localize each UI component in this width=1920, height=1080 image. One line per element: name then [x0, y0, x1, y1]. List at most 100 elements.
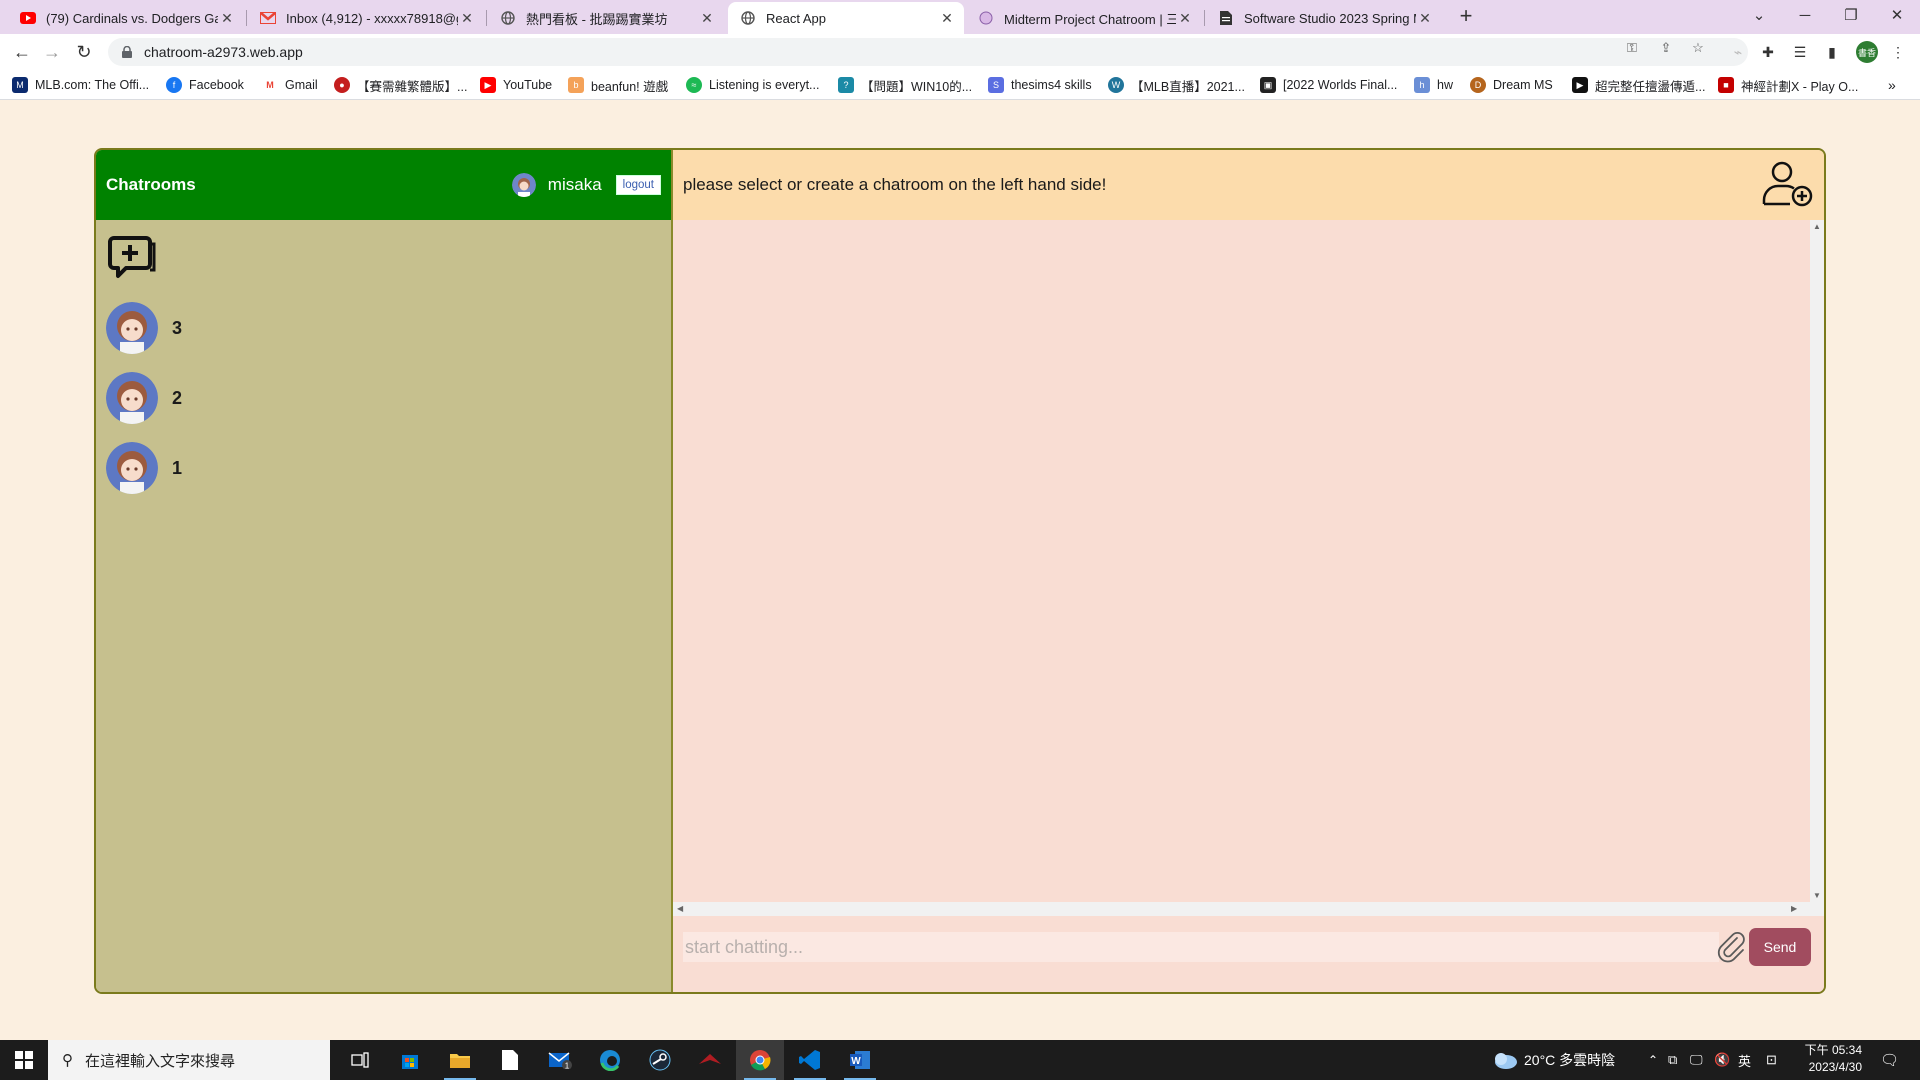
- close-tab-icon[interactable]: ✕: [1176, 10, 1194, 27]
- extension-icon[interactable]: ⌁: [1728, 42, 1748, 62]
- weather-text: 20°C 多雲時陰: [1524, 1052, 1616, 1068]
- game-icon: D: [1470, 77, 1486, 93]
- browser-tab-strip: (79) Cardinals vs. Dodgers Gam ✕ Inbox (…: [0, 0, 1920, 34]
- create-chatroom-icon[interactable]: [106, 230, 158, 282]
- bookmark-item[interactable]: b beanfun! 遊戲: [568, 76, 668, 94]
- vertical-scrollbar[interactable]: ▲ ▼: [1810, 220, 1824, 902]
- bookmark-item[interactable]: ? 【問題】WIN10的...: [838, 76, 972, 94]
- add-user-icon[interactable]: [1762, 160, 1814, 210]
- key-icon[interactable]: ⚿: [1622, 40, 1642, 56]
- bookmark-item[interactable]: f Facebook: [166, 76, 244, 94]
- user-avatar: [511, 173, 536, 197]
- close-tab-icon[interactable]: ✕: [458, 10, 476, 27]
- windows-taskbar: ⚲ 在這裡輸入文字來搜尋 1 W 20°C 多雲時陰 ⌃ ⧉ 🖵 🔇 英 ⊡ 下…: [0, 1040, 1920, 1080]
- bookmark-item[interactable]: ▶ 超完整任擅盪傳遁...: [1572, 76, 1705, 94]
- bookmark-item[interactable]: ● 【賽需雜繁體版】...: [334, 76, 467, 94]
- back-arrow-icon[interactable]: ←: [10, 40, 34, 64]
- notepad-icon[interactable]: [486, 1040, 534, 1080]
- bookmark-item[interactable]: ▶ YouTube: [480, 76, 552, 94]
- edge-icon[interactable]: [586, 1040, 634, 1080]
- message-area[interactable]: [673, 220, 1824, 920]
- minimize-button[interactable]: ─: [1782, 0, 1828, 30]
- taskbar-search-box[interactable]: ⚲ 在這裡輸入文字來搜尋: [48, 1040, 330, 1080]
- volume-icon[interactable]: 🔇: [1714, 1040, 1730, 1080]
- task-view-icon[interactable]: [336, 1040, 384, 1080]
- hackmd-icon: [978, 10, 994, 26]
- bookmark-item[interactable]: W 【MLB直播】2021...: [1108, 76, 1245, 94]
- side-panel-icon[interactable]: ▮: [1822, 42, 1842, 62]
- bookmark-item[interactable]: D Dream MS: [1470, 76, 1553, 94]
- reload-icon[interactable]: ↻: [72, 40, 96, 64]
- notification-icon[interactable]: 🗨: [1880, 1040, 1899, 1080]
- tray-app-icon[interactable]: ⧉: [1668, 1040, 1677, 1080]
- scroll-left-icon[interactable]: ◀: [677, 904, 683, 913]
- weather-widget[interactable]: 20°C 多雲時陰: [1492, 1040, 1615, 1080]
- browser-tab[interactable]: Inbox (4,912) - xxxxx78918@gm ✕: [248, 2, 484, 34]
- taskbar-clock[interactable]: 下午 05:34 2023/4/30: [1782, 1042, 1862, 1076]
- chatroom-item[interactable]: 1: [106, 442, 182, 494]
- chat-message-input[interactable]: [683, 932, 1719, 962]
- chatroom-item[interactable]: 3: [106, 302, 182, 354]
- bookmark-item[interactable]: h hw: [1414, 76, 1453, 94]
- tray-overflow-icon[interactable]: ⌃: [1648, 1040, 1658, 1080]
- media-control-icon[interactable]: ☰: [1790, 42, 1810, 62]
- tab-search-icon[interactable]: ⌄: [1736, 0, 1782, 30]
- paperclip-icon[interactable]: [1715, 930, 1749, 964]
- browser-tab[interactable]: Software Studio 2023 Spring M ✕: [1206, 2, 1442, 34]
- close-tab-icon[interactable]: ✕: [938, 10, 956, 27]
- bookmark-label: beanfun! 遊戲: [591, 79, 669, 94]
- bookmark-item[interactable]: M MLB.com: The Offi...: [12, 76, 149, 94]
- close-tab-icon[interactable]: ✕: [218, 10, 236, 27]
- bookmark-label: Facebook: [189, 78, 244, 92]
- horizontal-scrollbar[interactable]: ◀ ▶: [673, 902, 1824, 916]
- ime-indicator[interactable]: 英: [1738, 1040, 1751, 1080]
- chatroom-avatar: [106, 372, 158, 424]
- bookmark-item[interactable]: Sthesims4 skills: [988, 76, 1092, 94]
- tab-label: Software Studio 2023 Spring M: [1244, 10, 1416, 26]
- scroll-up-icon[interactable]: ▲: [1813, 222, 1821, 231]
- close-tab-icon[interactable]: ✕: [1416, 10, 1434, 27]
- close-tab-icon[interactable]: ✕: [698, 10, 716, 27]
- browser-tab[interactable]: Midterm Project Chatroom | 三 ✕: [966, 2, 1202, 34]
- game-launcher-icon[interactable]: [686, 1040, 734, 1080]
- bookmark-item[interactable]: ■ 神經計劃X - Play O...: [1718, 76, 1858, 94]
- mail-icon[interactable]: 1: [536, 1040, 584, 1080]
- browser-tab[interactable]: (79) Cardinals vs. Dodgers Gam ✕: [8, 2, 244, 34]
- taskbar-search-placeholder: 在這裡輸入文字來搜尋: [85, 1052, 236, 1070]
- vscode-icon[interactable]: [786, 1040, 834, 1080]
- address-bar[interactable]: chatroom-a2973.web.app: [108, 38, 1748, 66]
- word-icon[interactable]: W: [836, 1040, 884, 1080]
- close-window-button[interactable]: ✕: [1874, 0, 1920, 30]
- bookmark-label: Listening is everyt...: [709, 78, 820, 92]
- extensions-puzzle-icon[interactable]: ✚: [1758, 42, 1778, 62]
- forward-arrow-icon[interactable]: →: [40, 40, 64, 64]
- steam-icon[interactable]: [636, 1040, 684, 1080]
- scroll-right-icon[interactable]: ▶: [1791, 904, 1797, 913]
- new-tab-button[interactable]: +: [1454, 5, 1478, 29]
- restore-button[interactable]: ❐: [1828, 0, 1874, 30]
- windows-start-icon[interactable]: [0, 1040, 48, 1080]
- chatroom-item[interactable]: 2: [106, 372, 182, 424]
- profile-avatar[interactable]: 書香: [1856, 41, 1878, 63]
- logout-button[interactable]: logout: [615, 175, 661, 195]
- lock-icon: [122, 46, 132, 58]
- chrome-icon[interactable]: [736, 1040, 784, 1080]
- bookmark-item[interactable]: ≈ Listening is everyt...: [686, 76, 819, 94]
- share-icon[interactable]: ⇪: [1656, 40, 1676, 56]
- ms-store-icon[interactable]: [386, 1040, 434, 1080]
- network-icon[interactable]: 🖵: [1690, 1040, 1703, 1080]
- browser-tab[interactable]: 熱門看板 - 批踢踢實業坊 ✕: [488, 2, 724, 34]
- more-bookmarks-icon[interactable]: »: [1888, 76, 1896, 94]
- bookmark-item[interactable]: M Gmail: [262, 76, 318, 94]
- send-button[interactable]: Send: [1749, 928, 1811, 966]
- browser-tab-active[interactable]: React App ✕: [728, 2, 964, 34]
- chat-app: Chatrooms misaka logout 3 2 1 please sel…: [94, 148, 1826, 994]
- bookmark-star-icon[interactable]: ☆: [1688, 40, 1708, 56]
- ime-mode-icon[interactable]: ⊡: [1766, 1040, 1777, 1080]
- wordpress-icon: W: [1108, 77, 1124, 93]
- file-explorer-icon[interactable]: [436, 1040, 484, 1080]
- scroll-down-icon[interactable]: ▼: [1813, 891, 1821, 900]
- bookmark-label: MLB.com: The Offi...: [35, 78, 150, 92]
- menu-kebab-icon[interactable]: ⋮: [1888, 42, 1908, 62]
- bookmark-item[interactable]: ▣ [2022 Worlds Final...: [1260, 76, 1397, 94]
